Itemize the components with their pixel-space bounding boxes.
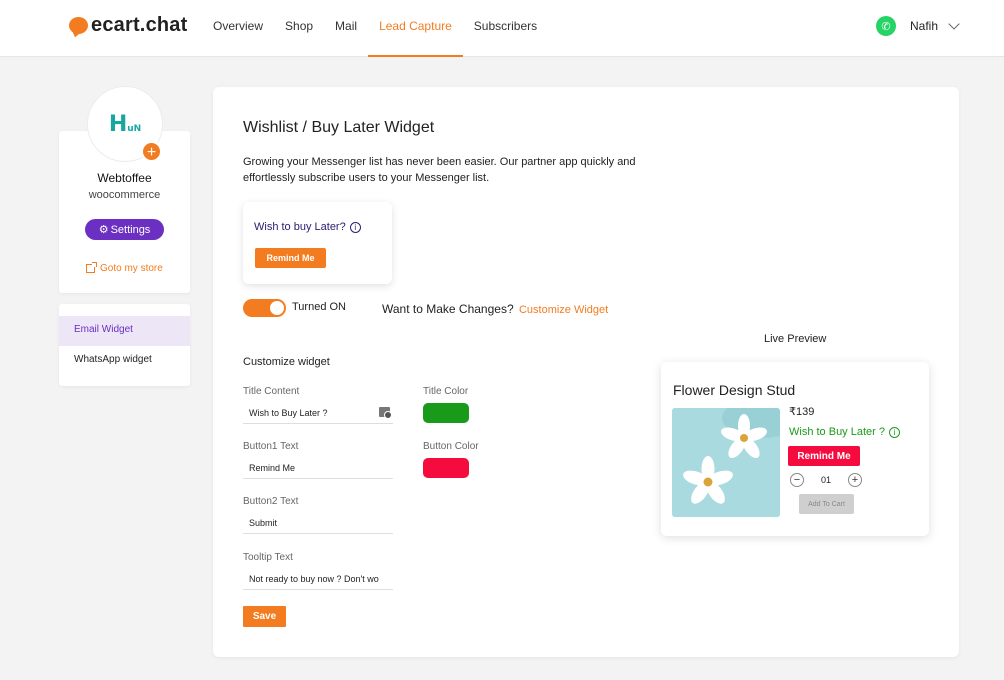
plus-icon[interactable]: + [848, 473, 862, 487]
button-color-swatch[interactable] [423, 458, 469, 478]
chat-bubble-icon [69, 17, 88, 34]
button2-text-input[interactable]: Submit [243, 514, 393, 534]
gear-icon: ⚙ [98, 224, 109, 236]
brand-name: ecart.chat [91, 14, 188, 36]
wish-title-text: Wish to Buy Later ? [789, 426, 885, 438]
page-description: Growing your Messenger list has never be… [243, 156, 636, 184]
button1-text-input[interactable]: Remind Me [243, 459, 393, 479]
changes-prompt: Want to Make Changes? Customize Widget [382, 302, 608, 316]
page-title: Wishlist / Buy Later Widget [243, 119, 435, 136]
add-store-button[interactable]: + [141, 141, 162, 162]
settings-label: Settings [110, 223, 151, 236]
add-to-cart-button[interactable]: Add To Cart [799, 494, 854, 514]
widget-toggle[interactable] [243, 299, 286, 317]
quantity-value: 01 [820, 475, 831, 485]
top-header: ecart.chat Overview Shop Mail Lead Captu… [0, 0, 1004, 57]
title-color-swatch[interactable] [423, 403, 469, 423]
nav-overview[interactable]: Overview [213, 0, 263, 57]
toggle-label: Turned ON [292, 301, 347, 313]
live-remind-button[interactable]: Remind Me [788, 446, 860, 466]
brand-logo[interactable]: ecart.chat [69, 14, 188, 37]
product-price: ₹139 [789, 406, 815, 418]
external-link-icon [86, 262, 97, 273]
title-content-label: Title Content [243, 386, 300, 397]
store-name: Webtoffee [97, 171, 152, 185]
tooltip-text-input[interactable]: Not ready to buy now ? Don't wo [243, 570, 393, 590]
user-menu[interactable]: ✆ Nafih [876, 16, 960, 36]
minus-icon[interactable]: − [790, 473, 804, 487]
live-preview-label: Live Preview [764, 333, 827, 345]
goto-store-label: Goto my store [100, 263, 163, 274]
nav-lead-capture[interactable]: Lead Capture [368, 0, 463, 57]
toggle-knob [270, 301, 284, 315]
user-name[interactable]: Nafih [910, 19, 938, 33]
info-icon[interactable]: i [349, 221, 361, 233]
product-image [672, 408, 780, 517]
widget-preview-title-text: Wish to buy Later? [254, 221, 346, 233]
whatsapp-icon[interactable]: ✆ [876, 16, 896, 36]
flower-earrings-image [672, 408, 780, 517]
goto-store-link[interactable]: Goto my store [86, 262, 163, 274]
product-title: Flower Design Stud [673, 382, 796, 398]
info-icon[interactable]: i [889, 426, 900, 438]
customize-title: Customize widget [243, 356, 330, 368]
menu-item-email-widget[interactable]: Email Widget [59, 316, 190, 346]
title-content-value: Wish to Buy Later ? [249, 408, 328, 418]
wish-title: Wish to Buy Later ? i [789, 426, 900, 438]
title-content-input[interactable]: Wish to Buy Later ? [243, 404, 393, 424]
widget-preview-box [243, 202, 392, 284]
save-button[interactable]: Save [243, 606, 286, 627]
nav-mail[interactable]: Mail [335, 0, 357, 57]
nav-subscribers[interactable]: Subscribers [474, 0, 537, 57]
widget-preview-title: Wish to buy Later? i [254, 221, 361, 233]
customize-widget-link[interactable]: Customize Widget [519, 304, 608, 316]
title-color-label: Title Color [423, 386, 469, 397]
store-platform: woocommerce [88, 189, 161, 201]
button1-text-label: Button1 Text [243, 441, 299, 452]
settings-button[interactable]: ⚙ Settings [85, 219, 164, 240]
main-nav: Overview Shop Mail Lead Capture Subscrib… [213, 0, 559, 57]
nav-shop[interactable]: Shop [285, 0, 313, 57]
button-color-label: Button Color [423, 441, 479, 452]
menu-item-whatsapp-widget[interactable]: WhatsApp widget [59, 346, 190, 376]
emoji-picker-icon[interactable] [379, 407, 392, 419]
tooltip-text-label: Tooltip Text [243, 552, 293, 563]
widget-menu: Email Widget WhatsApp widget [59, 304, 190, 386]
widget-preview-remind-button[interactable]: Remind Me [255, 248, 326, 268]
store-logo-icon: HuN [108, 111, 142, 137]
button2-text-label: Button2 Text [243, 496, 299, 507]
chevron-down-icon[interactable] [948, 17, 960, 30]
changes-text: Want to Make Changes? [382, 302, 514, 316]
